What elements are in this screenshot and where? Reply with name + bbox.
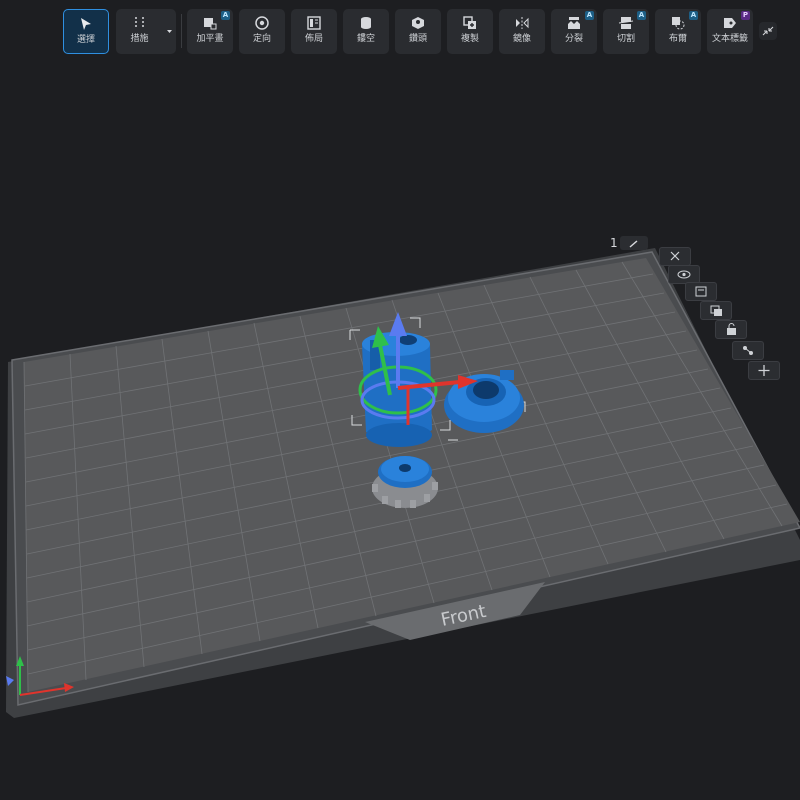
layout-button[interactable]: 佈局 (291, 9, 337, 54)
copy-icon (710, 305, 722, 316)
orient-icon (255, 16, 269, 30)
split-icon (568, 17, 580, 29)
select-tool-label: 選擇 (76, 35, 95, 45)
drill-icon (412, 17, 424, 29)
cursor-arrow-icon (81, 18, 91, 30)
plate-copy-button[interactable] (700, 301, 732, 320)
cut-label: 切割 (616, 34, 635, 44)
plate-nodes-button[interactable] (732, 341, 764, 360)
measure-icon (134, 17, 144, 29)
build-plate-scene[interactable]: Front (0, 0, 800, 800)
mirror-icon (516, 17, 529, 29)
plate-panel-button[interactable] (685, 282, 717, 301)
add-plane-button[interactable]: 加平畫 A (187, 9, 233, 54)
eye-icon (677, 270, 691, 279)
panel-icon (695, 286, 707, 297)
split-label: 分裂 (564, 34, 583, 44)
text-label-button[interactable]: 文本標籤 P (707, 9, 753, 54)
boolean-icon (672, 17, 685, 30)
cut-icon (618, 17, 634, 29)
hollow-label: 鏤空 (356, 34, 375, 44)
collapse-icon (762, 26, 774, 36)
plate-selector[interactable]: 1 (610, 236, 652, 252)
measure-tool-label: 措施 (130, 34, 149, 44)
plate-add-button[interactable] (748, 361, 780, 380)
add-plane-icon (204, 18, 217, 30)
plus-icon (758, 365, 770, 376)
drill-button[interactable]: 鑽頭 (395, 9, 441, 54)
model-gear[interactable] (372, 456, 438, 508)
mirror-button[interactable]: 鏡像 (499, 9, 545, 54)
orient-label: 定向 (252, 34, 271, 44)
split-button[interactable]: 分裂 A (551, 9, 597, 54)
plate-lock-button[interactable] (715, 320, 747, 339)
cut-button[interactable]: 切割 A (603, 9, 649, 54)
auto-badge: A (689, 11, 698, 20)
hollow-button[interactable]: 鏤空 (343, 9, 389, 54)
hollow-icon (361, 17, 371, 29)
plate-close-button[interactable] (659, 247, 691, 266)
boolean-button[interactable]: 布爾 A (655, 9, 701, 54)
drill-label: 鑽頭 (408, 34, 427, 44)
text-label-label: 文本標籤 (711, 34, 748, 44)
3d-viewport[interactable]: Front 1 選擇 措施 加平畫 A 定向 佈局 鏤空 鑽頭 複製 鏡像 分裂… (0, 0, 800, 800)
auto-badge: A (637, 11, 646, 20)
layout-label: 佈局 (304, 34, 323, 44)
close-icon (670, 251, 680, 261)
duplicate-label: 複製 (460, 34, 479, 44)
orient-button[interactable]: 定向 (239, 9, 285, 54)
edit-icon (629, 240, 638, 248)
measure-dropdown-button[interactable] (163, 9, 176, 54)
collapse-toolbar-button[interactable] (759, 22, 777, 40)
measure-tool-button[interactable]: 措施 (116, 9, 163, 54)
plate-number: 1 (610, 236, 618, 250)
mirror-label: 鏡像 (512, 34, 531, 44)
text-label-icon (724, 18, 736, 28)
plate-edit-button[interactable] (620, 236, 648, 250)
duplicate-icon (463, 16, 476, 29)
nodes-icon (743, 346, 753, 355)
add-plane-label: 加平畫 (196, 34, 224, 44)
auto-badge: A (585, 11, 594, 20)
select-tool-button[interactable]: 選擇 (63, 9, 109, 54)
pro-badge: P (741, 11, 750, 20)
boolean-label: 布爾 (668, 34, 687, 44)
layout-icon (307, 16, 321, 30)
duplicate-button[interactable]: 複製 (447, 9, 493, 54)
toolbar-divider (181, 14, 182, 48)
auto-badge: A (221, 11, 230, 20)
chevron-down-icon (167, 30, 172, 33)
lock-icon (727, 323, 736, 335)
top-toolbar: 選擇 措施 加平畫 A 定向 佈局 鏤空 鑽頭 複製 鏡像 分裂 A 切割 A … (0, 0, 800, 60)
